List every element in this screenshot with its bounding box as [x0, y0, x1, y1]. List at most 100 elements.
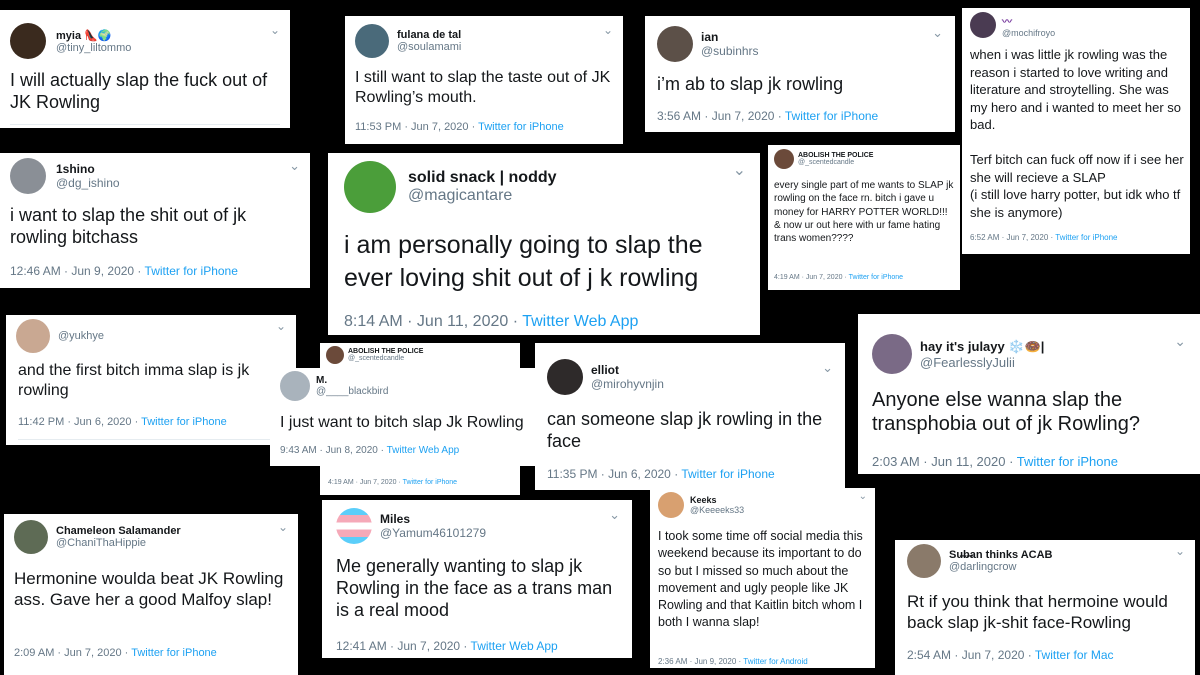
handle[interactable]: @soulamami [397, 41, 461, 53]
timestamp[interactable]: 11:42 PM · Jun 6, 2020 · [18, 416, 141, 428]
avatar[interactable] [336, 508, 372, 544]
source-link[interactable]: Twitter for iPhone [403, 479, 457, 486]
chevron-down-icon[interactable]: ⌄ [932, 26, 943, 39]
avatar[interactable] [547, 359, 583, 395]
display-name[interactable]: fulana de tal [397, 29, 461, 41]
avatar[interactable] [280, 371, 310, 401]
source-link[interactable]: Twitter Web App [522, 313, 638, 330]
avatar[interactable] [10, 23, 46, 59]
source-link[interactable]: Twitter for iPhone [145, 264, 238, 278]
display-name[interactable]: 〰 [1002, 13, 1055, 28]
tweet-card[interactable]: myia 👠🌍 @tiny_liltommo ⌄ I will actually… [0, 10, 290, 128]
display-name[interactable]: solid snack | noddy [408, 169, 557, 187]
source-link[interactable]: Twitter for iPhone [478, 121, 564, 133]
chevron-down-icon[interactable]: ⌄ [289, 159, 300, 172]
timestamp[interactable]: 3:56 AM · Jun 7, 2020 · [657, 109, 785, 123]
chevron-down-icon[interactable]: ⌄ [603, 24, 613, 36]
display-name[interactable]: Keeks [690, 495, 744, 505]
timestamp[interactable]: 11:35 PM · Jun 6, 2020 · [547, 467, 681, 481]
chevron-down-icon[interactable]: ⌄ [1174, 334, 1186, 348]
display-name[interactable]: M. [316, 375, 388, 386]
avatar[interactable] [344, 161, 396, 213]
tweet-card[interactable]: hay it's julayy ❄️🍩| @FearlesslyJulii ⌄ … [858, 314, 1200, 474]
source-link[interactable]: Twitter for iPhone [131, 647, 217, 659]
display-name[interactable]: ian [701, 30, 759, 44]
source-link[interactable]: Twitter for iPhone [849, 274, 903, 281]
timestamp[interactable]: 2:36 AM · Jun 9, 2020 · [658, 657, 743, 666]
source-link[interactable]: Twitter for Android [743, 657, 807, 666]
tweet-card[interactable]: Chameleon Salamander @ChaniThaHippie ⌄ H… [4, 514, 298, 675]
avatar[interactable] [16, 319, 50, 353]
chevron-down-icon[interactable]: ⌄ [609, 508, 620, 521]
tweet-card[interactable]: elliot @mirohyvnjin ⌄ can someone slap j… [535, 343, 845, 490]
source-link[interactable]: Twitter for Mac [1035, 648, 1114, 662]
handle[interactable]: @Yamum46101279 [380, 526, 486, 540]
display-name[interactable]: Su̶b̶an thinks ACAB [949, 549, 1053, 561]
handle[interactable]: @_scentedcandle [798, 159, 873, 166]
handle[interactable]: @dg_ishino [56, 176, 120, 190]
display-name[interactable]: elliot [591, 363, 664, 377]
display-name[interactable]: 1shino [56, 162, 120, 176]
tweet-card[interactable]: ABOLISH THE POLICE @_scentedcandle every… [768, 145, 960, 290]
timestamp[interactable]: 12:41 AM · Jun 7, 2020 · [336, 639, 471, 653]
source-link[interactable]: Twitter Web App [387, 445, 460, 456]
tweet-card[interactable]: 〰 @mochifroyo when i was little jk rowli… [962, 8, 1190, 254]
source-link[interactable]: Twitter for iPhone [681, 467, 774, 481]
timestamp[interactable]: 12:46 AM · Jun 9, 2020 · [10, 264, 145, 278]
avatar[interactable] [14, 520, 48, 554]
timestamp[interactable]: 2:54 AM · Jun 7, 2020 · [907, 648, 1035, 662]
tweet-card[interactable]: Miles @Yamum46101279 ⌄ Me generally want… [322, 500, 632, 658]
handle[interactable]: @mochifroyo [1002, 28, 1055, 38]
source-link[interactable]: Twitter for iPhone [1017, 454, 1118, 469]
avatar[interactable] [355, 24, 389, 58]
chevron-down-icon[interactable]: ⌄ [859, 492, 867, 502]
chevron-down-icon[interactable]: ⌄ [270, 24, 280, 36]
timestamp[interactable]: 8:14 AM · Jun 11, 2020 · [344, 313, 522, 330]
avatar[interactable] [658, 492, 684, 518]
handle[interactable]: @FearlesslyJulii [920, 355, 1044, 370]
display-name[interactable]: Chameleon Salamander [56, 525, 181, 537]
tweet-card[interactable]: @yukhye ⌄ and the first bitch imma slap … [6, 315, 296, 445]
handle[interactable]: @tiny_liltommo [56, 42, 131, 54]
display-name[interactable]: hay it's julayy ❄️🍩| [920, 339, 1044, 355]
source-link[interactable]: Twitter for iPhone [1055, 233, 1117, 242]
tweet-card[interactable]: Keeks @Keeeeks33 ⌄ I took some time off … [650, 488, 875, 668]
tweet-card[interactable]: solid snack | noddy @magicantare ⌄ i am … [328, 153, 760, 335]
timestamp[interactable]: 4:19 AM · Jun 7, 2020 · [328, 479, 403, 486]
timestamp[interactable]: 6:52 AM · Jun 7, 2020 · [970, 233, 1055, 242]
source-link[interactable]: Twitter Web App [471, 639, 558, 653]
tweet-card[interactable]: ian @subinhrs ⌄ i’m ab to slap jk rowlin… [645, 16, 955, 132]
handle[interactable]: @_scentedcandle [348, 355, 423, 362]
timestamp[interactable]: 2:03 AM · Jun 11, 2020 · [872, 454, 1017, 469]
handle[interactable]: @Keeeeks33 [690, 505, 744, 515]
display-name[interactable]: ABOLISH THE POLICE [348, 348, 423, 355]
handle[interactable]: @darlingcrow [949, 561, 1053, 573]
avatar[interactable] [10, 158, 46, 194]
display-name[interactable]: ABOLISH THE POLICE [798, 152, 873, 159]
chevron-down-icon[interactable]: ⌄ [822, 361, 833, 374]
source-link[interactable]: Twitter for iPhone [785, 109, 878, 123]
handle[interactable]: @ChaniThaHippie [56, 537, 181, 549]
display-name[interactable]: myia 👠🌍 [56, 29, 131, 42]
avatar[interactable] [657, 26, 693, 62]
tweet-card[interactable]: M. @____blackbird I just want to bitch s… [270, 368, 538, 466]
tweet-card[interactable]: Su̶b̶an thinks ACAB @darlingcrow ⌄ Rt if… [895, 540, 1195, 675]
handle[interactable]: @yukhye [58, 330, 104, 342]
timestamp[interactable]: 2:09 AM · Jun 7, 2020 · [14, 647, 131, 659]
timestamp[interactable]: 9:43 AM · Jun 8, 2020 · [280, 445, 387, 456]
handle[interactable]: @magicantare [408, 187, 557, 205]
timestamp[interactable]: 11:53 PM · Jun 7, 2020 · [355, 121, 478, 133]
avatar[interactable] [326, 346, 344, 364]
timestamp[interactable]: 4:19 AM · Jun 7, 2020 · [774, 274, 849, 281]
source-link[interactable]: Twitter for iPhone [141, 416, 227, 428]
chevron-down-icon[interactable]: ⌄ [1175, 545, 1185, 557]
chevron-down-icon[interactable]: ⌄ [733, 163, 746, 179]
tweet-card[interactable]: 1shino @dg_ishino ⌄ i want to slap the s… [0, 153, 310, 288]
handle[interactable]: @mirohyvnjin [591, 377, 664, 391]
handle[interactable]: @____blackbird [316, 386, 388, 397]
avatar[interactable] [774, 149, 794, 169]
chevron-down-icon[interactable]: ⌄ [276, 320, 286, 332]
handle[interactable]: @subinhrs [701, 44, 759, 58]
avatar[interactable] [907, 544, 941, 578]
avatar[interactable] [872, 334, 912, 374]
